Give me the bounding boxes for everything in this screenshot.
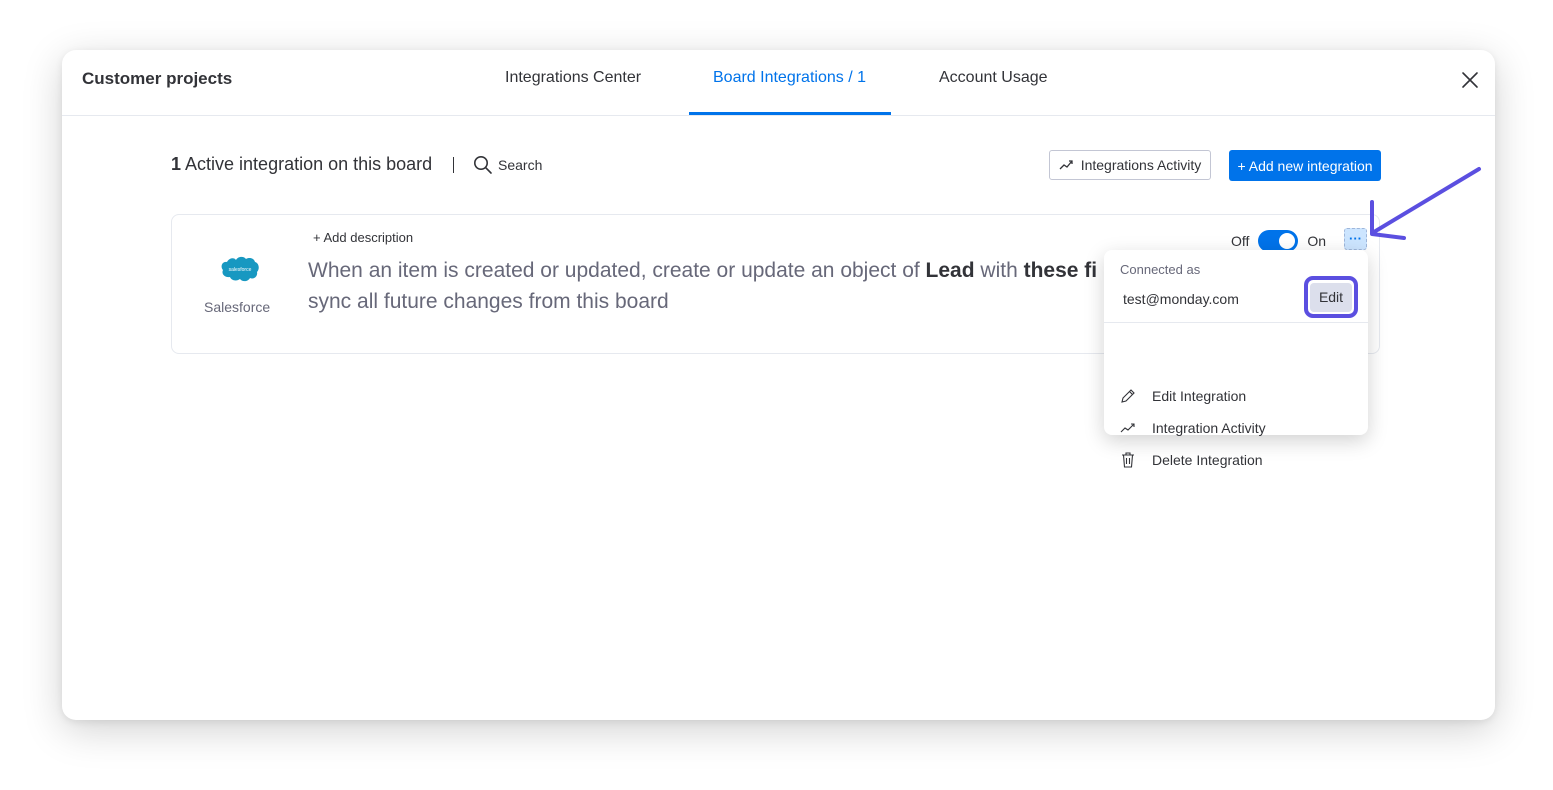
board-title: Customer projects <box>82 69 233 88</box>
menu-item-label: Integration Activity <box>1152 420 1266 436</box>
salesforce-logo: salesforce <box>221 256 259 282</box>
integration-toggle-group: Off On <box>1231 230 1326 252</box>
integration-toggle[interactable] <box>1258 230 1299 252</box>
recipe-text-1: When an item is created or updated, crea… <box>308 259 926 282</box>
menu-divider <box>1104 322 1368 323</box>
close-button[interactable] <box>1460 70 1480 90</box>
toggle-off-label: Off <box>1231 233 1250 249</box>
edit-highlight-frame: Edit <box>1304 276 1358 318</box>
menu-item-label: Delete Integration <box>1152 452 1263 468</box>
menu-item-edit-integration[interactable]: Edit Integration <box>1120 384 1246 408</box>
summary-divider <box>453 157 454 173</box>
summary-text: Active integration on this board <box>185 154 433 174</box>
tab-integrations-center[interactable]: Integrations Center <box>505 69 641 87</box>
trash-icon <box>1120 452 1136 468</box>
modal-header: Customer projects Integrations Center Bo… <box>62 50 1495 116</box>
integration-recipe[interactable]: When an item is created or updated, crea… <box>308 255 1128 317</box>
active-integrations-summary: 1 Active integration on this board <box>171 154 432 175</box>
add-new-integration-button[interactable]: + Add new integration <box>1229 150 1381 181</box>
recipe-text-2: with <box>974 259 1024 282</box>
integrations-activity-button[interactable]: Integrations Activity <box>1049 150 1211 180</box>
active-count: 1 <box>171 154 182 174</box>
integration-app-name: Salesforce <box>204 299 271 315</box>
recipe-fields: these fi <box>1023 259 1098 282</box>
recipe-text-3: sync all future changes from this board <box>308 290 669 313</box>
search-label: Search <box>498 157 543 173</box>
integrations-modal: Customer projects Integrations Center Bo… <box>62 50 1495 720</box>
more-dots-icon: ··· <box>1349 231 1362 246</box>
search-button[interactable]: Search <box>473 154 542 176</box>
activity-icon <box>1120 420 1136 436</box>
add-description-link[interactable]: + Add description <box>313 230 413 245</box>
search-icon <box>474 156 492 174</box>
connected-as-label: Connected as <box>1120 262 1201 277</box>
toggle-on-label: On <box>1307 233 1327 249</box>
activity-icon <box>1059 160 1073 170</box>
integrations-activity-label: Integrations Activity <box>1080 157 1202 173</box>
menu-item-integration-activity[interactable]: Integration Activity <box>1120 416 1266 440</box>
edit-connection-button[interactable]: Edit <box>1310 282 1352 312</box>
toggle-knob <box>1279 233 1296 249</box>
connected-email: test@monday.com <box>1123 291 1239 307</box>
recipe-object: Lead <box>925 259 975 282</box>
menu-item-delete-integration[interactable]: Delete Integration <box>1120 448 1263 472</box>
integration-options-menu: Connected as test@monday.com Edit Edit I… <box>1104 250 1368 468</box>
tab-account-usage[interactable]: Account Usage <box>939 69 1048 87</box>
svg-text:salesforce: salesforce <box>229 267 252 273</box>
close-icon <box>1462 72 1478 88</box>
active-tab-indicator <box>689 112 891 115</box>
tab-board-integrations[interactable]: Board Integrations / 1 <box>713 69 866 87</box>
menu-item-label: Edit Integration <box>1152 388 1247 404</box>
pencil-icon <box>1120 388 1136 404</box>
annotation-arrow-icon <box>1370 167 1481 240</box>
